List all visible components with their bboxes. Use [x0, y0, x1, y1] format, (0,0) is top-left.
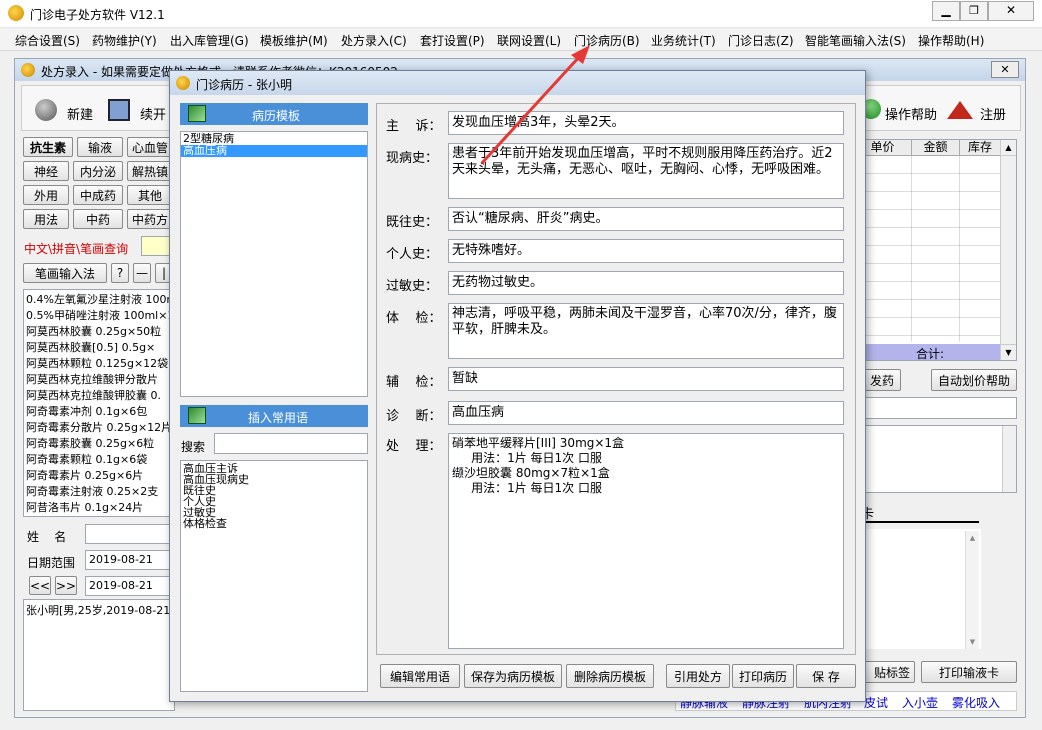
annotation-arrow	[480, 45, 590, 165]
